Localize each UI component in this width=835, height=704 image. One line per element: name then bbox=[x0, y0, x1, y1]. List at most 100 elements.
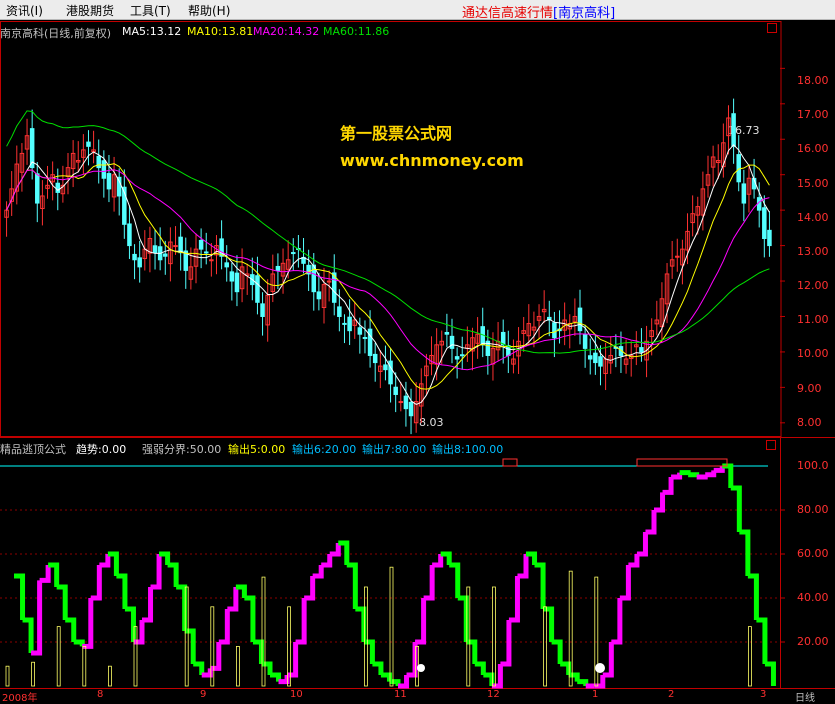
menu-hk-futures[interactable]: 港股期货 bbox=[66, 2, 114, 19]
signal-bar bbox=[594, 576, 599, 687]
candle-body bbox=[347, 316, 352, 332]
stock-chart[interactable] bbox=[0, 0, 835, 701]
oscillator-segment bbox=[568, 672, 580, 682]
signal-bar bbox=[543, 606, 547, 687]
signal-bar bbox=[261, 576, 266, 687]
candle-body bbox=[516, 340, 521, 357]
price-tick: 15.00 bbox=[797, 177, 829, 190]
candle-body bbox=[511, 358, 516, 365]
candle-body bbox=[362, 336, 368, 339]
price-tick: 17.00 bbox=[797, 108, 829, 121]
candle-body bbox=[239, 266, 245, 290]
candle-body bbox=[178, 236, 183, 254]
candle-body bbox=[429, 354, 434, 365]
oscillator-segment bbox=[398, 675, 410, 689]
candle-body bbox=[275, 265, 281, 271]
out7-label: 输出7:80.00 bbox=[362, 443, 427, 456]
ma60-label: MA60:11.86 bbox=[323, 25, 390, 38]
oscillator-segment bbox=[133, 620, 145, 645]
oscillator-segment bbox=[415, 598, 427, 645]
oscillator-segment bbox=[594, 675, 606, 689]
candle-body bbox=[500, 331, 506, 346]
signal-bar bbox=[568, 570, 573, 687]
oscillator-segment bbox=[278, 675, 290, 685]
candle-body bbox=[587, 355, 593, 360]
candle-body bbox=[209, 259, 214, 262]
candle-body bbox=[680, 248, 685, 266]
period-label[interactable]: 日线 bbox=[795, 689, 815, 704]
oscillator-segment bbox=[602, 642, 614, 678]
oscillator-segment bbox=[688, 472, 700, 478]
candle-body bbox=[449, 335, 455, 349]
candle-body bbox=[572, 315, 578, 323]
candle-body bbox=[741, 183, 747, 204]
candle-body bbox=[664, 273, 670, 305]
candle-body bbox=[198, 239, 204, 250]
candle-body bbox=[577, 307, 583, 332]
menu-tools[interactable]: 工具(T) bbox=[130, 2, 171, 19]
oscillator-segment bbox=[270, 672, 282, 682]
signal-bar bbox=[748, 626, 752, 687]
oscillator-segment bbox=[295, 598, 307, 645]
candle-body bbox=[459, 354, 465, 357]
menu-help[interactable]: 帮助(H) bbox=[188, 2, 230, 19]
candle-body bbox=[393, 386, 398, 395]
menu-info[interactable]: 资讯(I) bbox=[6, 2, 43, 19]
candle-body bbox=[250, 274, 255, 286]
price-tick: 10.00 bbox=[797, 347, 829, 360]
indicator-tick: 80.00 bbox=[797, 503, 829, 516]
warning-box bbox=[502, 458, 518, 467]
candle-body bbox=[721, 142, 726, 168]
candle-body bbox=[168, 241, 173, 265]
oscillator-segment bbox=[654, 492, 666, 513]
candle-body bbox=[413, 401, 419, 424]
close-indicator-pane-icon[interactable] bbox=[766, 440, 776, 450]
oscillator-segment bbox=[730, 485, 742, 532]
candle-body bbox=[75, 160, 81, 163]
indicator-name: 精品逃顶公式 bbox=[0, 443, 66, 456]
candle-body bbox=[465, 344, 470, 349]
candle-body bbox=[229, 271, 235, 282]
time-tick: 9 bbox=[200, 689, 207, 700]
oscillator-segment bbox=[312, 565, 324, 579]
time-tick: 8 bbox=[97, 689, 104, 700]
candle-body bbox=[388, 360, 393, 385]
candle-body bbox=[357, 327, 363, 335]
candle-body bbox=[342, 322, 347, 325]
oscillator-segment bbox=[227, 587, 239, 612]
candle-body bbox=[214, 245, 219, 256]
oscillator-segment bbox=[739, 529, 751, 576]
candle-body bbox=[127, 223, 132, 247]
candle-body bbox=[270, 273, 276, 292]
candle-body bbox=[219, 238, 224, 257]
candle-body bbox=[541, 308, 547, 313]
warning-box bbox=[636, 458, 728, 467]
candle-body bbox=[475, 333, 480, 344]
oscillator-segment bbox=[713, 466, 725, 473]
candle-body bbox=[649, 330, 654, 337]
candle-body bbox=[424, 365, 429, 377]
candle-body bbox=[260, 303, 265, 317]
close-main-pane-icon[interactable] bbox=[767, 23, 777, 33]
oscillator-segment bbox=[124, 606, 136, 642]
candle-body bbox=[521, 330, 526, 334]
oscillator-segment bbox=[363, 639, 375, 664]
oscillator-segment bbox=[423, 565, 435, 601]
candle-body bbox=[188, 266, 194, 280]
oscillator-segment bbox=[696, 474, 708, 480]
candle-body bbox=[101, 160, 107, 179]
time-tick: 3 bbox=[760, 689, 767, 700]
oscillator-segment bbox=[261, 661, 273, 675]
oscillator-segment bbox=[534, 562, 546, 609]
candle-body bbox=[751, 177, 757, 190]
candle-body bbox=[111, 174, 117, 198]
oscillator-segment bbox=[355, 606, 367, 642]
signal-bar bbox=[108, 665, 112, 687]
oscillator-segment bbox=[611, 598, 623, 645]
candle-body bbox=[234, 272, 240, 293]
candle-body bbox=[419, 383, 424, 407]
candle-body bbox=[173, 245, 178, 248]
candle-body bbox=[439, 340, 445, 346]
oscillator-segment bbox=[39, 565, 51, 583]
oscillator-segment bbox=[142, 587, 154, 623]
